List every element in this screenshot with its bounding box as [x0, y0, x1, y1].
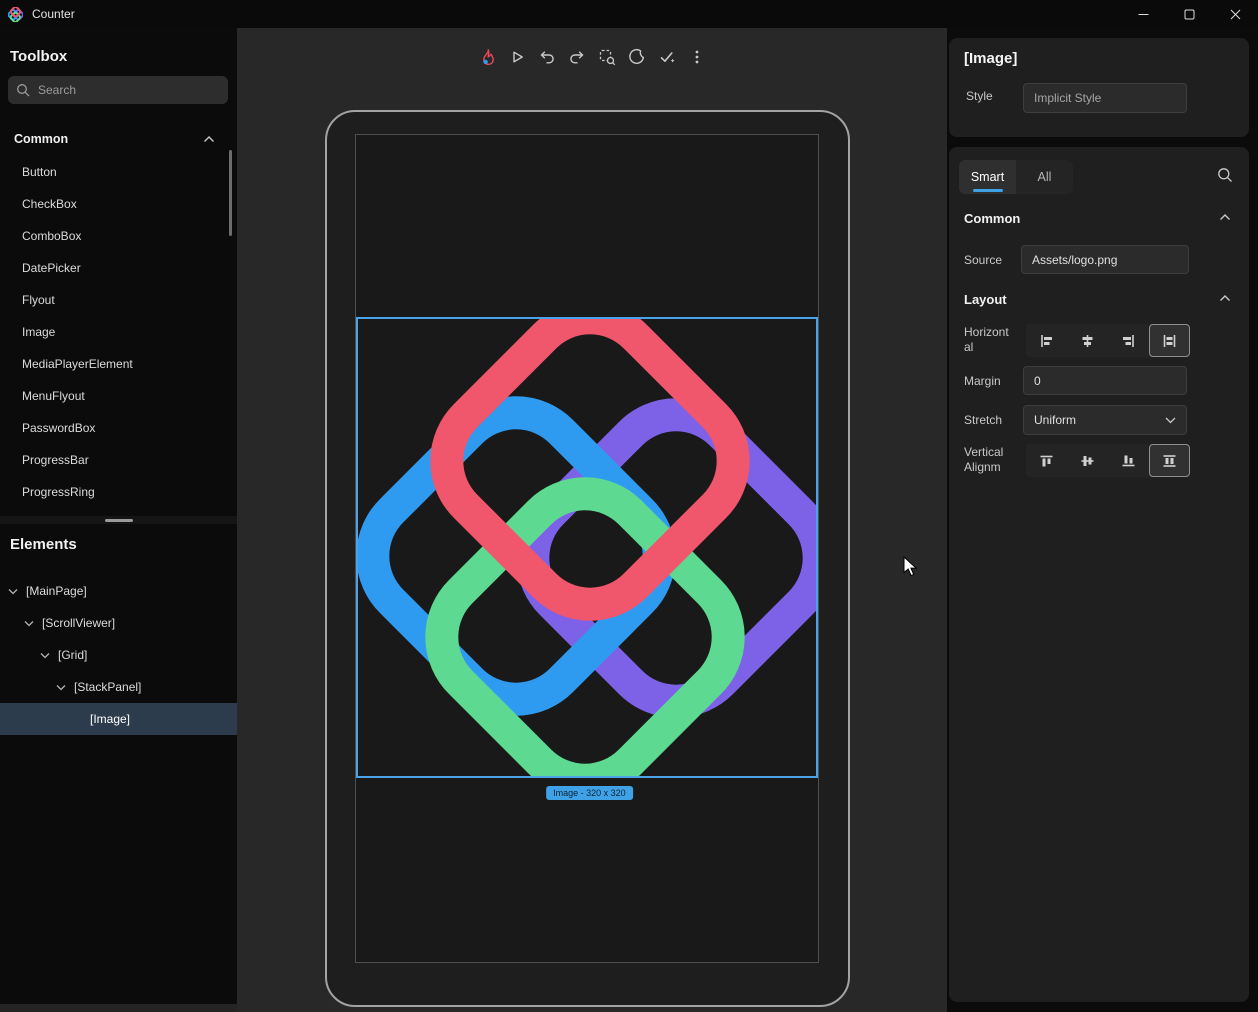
toolbox-item-progressring[interactable]: ProgressRing	[0, 476, 237, 508]
layout-section-header: Layout	[964, 292, 1007, 307]
canvas-toolbar	[237, 44, 947, 70]
selected-element-card: [Image] Style	[949, 38, 1249, 137]
collapse-common-icon[interactable]	[1219, 213, 1231, 222]
horizontal-alignment-label: Horizontal	[964, 325, 1012, 355]
elements-title: Elements	[10, 536, 77, 553]
horizontal-alignment-group	[1026, 324, 1190, 357]
tree-item-stackpanel[interactable]: [StackPanel]	[0, 671, 237, 703]
v-align-bottom-button[interactable]	[1108, 444, 1149, 477]
vertical-alignment-label: Vertical Alignm	[964, 445, 1016, 475]
tab-smart[interactable]: Smart	[959, 160, 1016, 194]
more-icon[interactable]	[686, 44, 709, 70]
tab-all[interactable]: All	[1016, 160, 1073, 194]
stretch-label: Stretch	[964, 413, 1002, 427]
v-align-stretch-button[interactable]	[1149, 444, 1190, 477]
toolbox-item-passwordbox[interactable]: PasswordBox	[0, 412, 237, 444]
chevron-down-icon[interactable]	[8, 585, 20, 597]
toolbox-item-button[interactable]: Button	[0, 156, 237, 188]
toolbox-section-common[interactable]: Common	[0, 126, 237, 152]
redo-icon[interactable]	[566, 44, 589, 70]
left-panel: Toolbox Common Button CheckBox ComboBox …	[0, 28, 237, 1012]
toolbox-item-combobox[interactable]: ComboBox	[0, 220, 237, 252]
tree-item-image-selected[interactable]: [Image]	[0, 703, 237, 735]
margin-input[interactable]	[1023, 366, 1187, 395]
source-input[interactable]	[1021, 245, 1189, 274]
panel-splitter[interactable]	[0, 516, 237, 524]
style-input[interactable]	[1023, 83, 1187, 113]
app-window: Counter Toolbox Common	[0, 0, 1258, 1012]
hot-design-flame-icon[interactable]	[476, 44, 499, 70]
validate-icon[interactable]	[656, 44, 679, 70]
toolbox-section-label: Common	[14, 132, 68, 146]
h-align-center-button[interactable]	[1067, 324, 1108, 357]
toolbox-scrollbar[interactable]	[229, 150, 232, 236]
theme-toggle-icon[interactable]	[626, 44, 649, 70]
v-align-center-button[interactable]	[1067, 444, 1108, 477]
mouse-cursor	[903, 556, 920, 578]
selection-size-badge: Image - 320 x 320	[546, 786, 633, 800]
device-screen[interactable]	[355, 134, 819, 963]
splitter-grip-icon	[105, 519, 133, 522]
toolbox-item-menuflyout[interactable]: MenuFlyout	[0, 380, 237, 412]
chevron-down-icon[interactable]	[40, 649, 52, 661]
properties-card: Smart All Common Source Layout	[949, 147, 1249, 1002]
h-align-stretch-button[interactable]	[1149, 324, 1190, 357]
undo-icon[interactable]	[536, 44, 559, 70]
v-align-top-button[interactable]	[1026, 444, 1067, 477]
chevron-down-icon[interactable]	[56, 681, 68, 693]
toolbox-item-mediaplayerelement[interactable]: MediaPlayerElement	[0, 348, 237, 380]
close-button[interactable]	[1212, 0, 1258, 28]
source-label: Source	[964, 253, 1002, 267]
selected-element-title: [Image]	[964, 50, 1017, 67]
toolbox-title: Toolbox	[10, 48, 67, 65]
margin-label: Margin	[964, 374, 1001, 388]
device-frame	[325, 110, 850, 1007]
selected-image-element[interactable]	[356, 317, 818, 778]
collapse-layout-icon[interactable]	[1219, 294, 1231, 303]
common-section-header: Common	[964, 211, 1020, 226]
tree-item-grid[interactable]: [Grid]	[0, 639, 237, 671]
minimize-button[interactable]	[1120, 0, 1166, 28]
toolbox-item-flyout[interactable]: Flyout	[0, 284, 237, 316]
toolbox-item-datepicker[interactable]: DatePicker	[0, 252, 237, 284]
elements-hscrollbar[interactable]	[0, 1004, 237, 1012]
tree-item-mainpage[interactable]: [MainPage]	[0, 575, 237, 607]
chevron-down-icon[interactable]	[24, 617, 36, 629]
maximize-button[interactable]	[1166, 0, 1212, 28]
stretch-dropdown[interactable]: Uniform	[1023, 405, 1187, 435]
uno-platform-logo	[358, 319, 818, 778]
toolbox-item-progressbar[interactable]: ProgressBar	[0, 444, 237, 476]
app-logo-icon	[8, 6, 24, 22]
search-icon	[16, 83, 30, 97]
element-inspect-icon[interactable]	[596, 44, 619, 70]
elements-tree: [MainPage] [ScrollViewer] [Grid] [StackP…	[0, 575, 237, 735]
window-title: Counter	[32, 7, 75, 21]
chevron-up-icon	[203, 135, 215, 144]
inspector-tabs: Smart All	[959, 160, 1073, 194]
toolbox-item-checkbox[interactable]: CheckBox	[0, 188, 237, 220]
h-align-left-button[interactable]	[1026, 324, 1067, 357]
toolbox-list: Button CheckBox ComboBox DatePicker Flyo…	[0, 156, 237, 508]
active-tab-underline	[973, 189, 1003, 192]
tree-item-scrollviewer[interactable]: [ScrollViewer]	[0, 607, 237, 639]
search-input[interactable]	[38, 83, 208, 97]
design-canvas[interactable]: Image - 320 x 320	[237, 28, 947, 1012]
properties-panel: [Image] Style Smart All Common	[947, 28, 1258, 1012]
titlebar: Counter	[0, 0, 1258, 28]
vertical-alignment-group	[1026, 444, 1190, 477]
properties-search-icon[interactable]	[1217, 167, 1233, 183]
toolbox-item-image[interactable]: Image	[0, 316, 237, 348]
style-label: Style	[966, 89, 993, 103]
play-icon[interactable]	[506, 44, 529, 70]
toolbox-search[interactable]	[8, 76, 228, 104]
chevron-down-icon	[1165, 417, 1176, 424]
h-align-right-button[interactable]	[1108, 324, 1149, 357]
